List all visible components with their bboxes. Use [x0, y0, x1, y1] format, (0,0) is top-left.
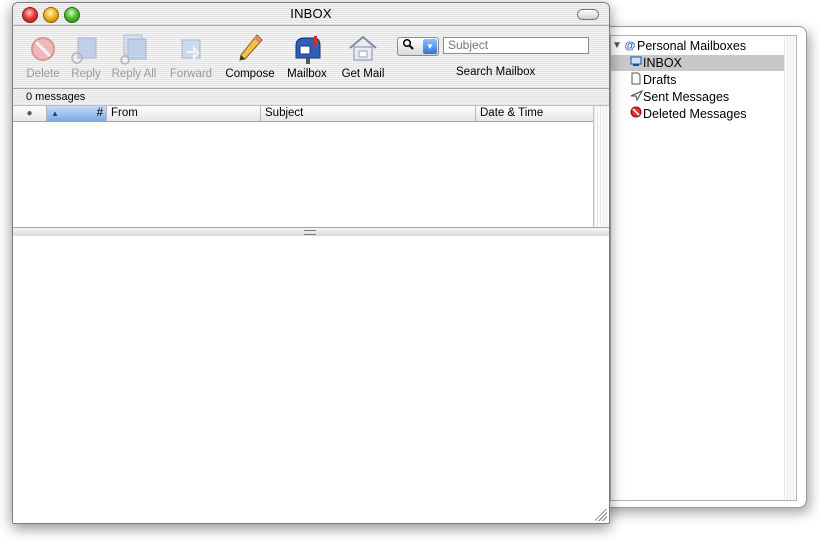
mailbox-item-sent[interactable]: Sent Messages — [611, 89, 785, 105]
column-subject[interactable]: Subject — [261, 106, 476, 121]
forward-icon — [181, 39, 201, 61]
mail-window: INBOX Delete Reply Reply All Forward Com… — [12, 2, 610, 524]
reply-icon — [71, 37, 97, 64]
message-list-scrollbar[interactable] — [593, 106, 609, 227]
window-title: INBOX — [290, 6, 332, 21]
mailbox-item-label: Sent Messages — [643, 90, 730, 104]
toolbar: Delete Reply Reply All Forward Compose M… — [13, 26, 609, 89]
paper-plane-icon — [629, 89, 643, 106]
message-list-header: ● ▲ # From Subject Date & Time — [13, 106, 593, 122]
mailbox-item-label: Deleted Messages — [643, 107, 747, 121]
get-mail-label: Get Mail — [341, 68, 385, 80]
pencil-icon — [239, 34, 263, 61]
mailbox-icon — [295, 36, 321, 64]
message-count: 0 messages — [26, 91, 86, 103]
mailbox-root-personal[interactable]: ▼ @ Personal Mailboxes — [611, 38, 785, 54]
mailbox-root-label: Personal Mailboxes — [637, 39, 747, 53]
no-entry-icon — [629, 106, 643, 123]
search-mailbox-label: Search Mailbox — [456, 66, 536, 78]
mailbox-item-deleted[interactable]: Deleted Messages — [611, 106, 785, 122]
delete-button[interactable]: Delete — [23, 30, 63, 86]
delete-label: Delete — [26, 68, 60, 80]
drawer-scrollbar[interactable] — [784, 35, 797, 501]
house-mail-icon — [349, 35, 377, 61]
inbox-icon — [629, 55, 643, 72]
column-status[interactable]: ● — [13, 106, 47, 121]
mailbox-drawer: ▼ @ Personal Mailboxes INBOX Drafts Sent M… — [600, 26, 807, 508]
disclosure-triangle-icon[interactable]: ▼ — [611, 38, 623, 54]
mailbox-item-label: Drafts — [643, 73, 677, 87]
message-list[interactable] — [13, 122, 593, 226]
get-mail-button[interactable]: Get Mail — [338, 30, 388, 86]
forward-label: Forward — [169, 68, 213, 80]
column-number[interactable]: ▲ # — [47, 106, 107, 121]
sort-ascending-icon: ▲ — [51, 109, 59, 118]
compose-label: Compose — [225, 68, 275, 80]
mailbox-list: ▼ @ Personal Mailboxes INBOX Drafts Sent M… — [610, 35, 786, 501]
message-preview-pane[interactable] — [13, 236, 609, 523]
compose-button[interactable]: Compose — [223, 30, 277, 86]
magnifier-icon — [402, 38, 414, 55]
reply-button[interactable]: Reply — [67, 30, 105, 86]
reply-all-button[interactable]: Reply All — [109, 30, 159, 86]
search-input[interactable] — [443, 37, 589, 54]
forward-button[interactable]: Forward — [167, 30, 215, 86]
status-bar: 0 messages — [13, 89, 609, 106]
at-sign-icon: @ — [624, 40, 636, 52]
column-from[interactable]: From — [107, 106, 261, 121]
mailbox-label: Mailbox — [287, 68, 327, 80]
column-number-label: # — [96, 107, 103, 119]
column-date[interactable]: Date & Time — [476, 106, 593, 121]
delete-icon — [31, 37, 55, 61]
search-scope-popup[interactable]: ▼ — [397, 37, 439, 56]
mailbox-item-label: INBOX — [643, 56, 682, 70]
mailbox-button[interactable]: Mailbox — [284, 30, 330, 86]
toolbar-toggle-button[interactable] — [577, 9, 599, 20]
reply-label: Reply — [71, 68, 101, 80]
title-bar[interactable]: INBOX — [13, 3, 609, 26]
reply-all-label: Reply All — [111, 68, 157, 80]
mailbox-item-drafts[interactable]: Drafts — [611, 72, 785, 88]
mailbox-item-inbox[interactable]: INBOX — [611, 55, 785, 71]
chevron-down-icon[interactable]: ▼ — [423, 39, 437, 54]
resize-grip-icon[interactable] — [595, 509, 607, 521]
document-icon — [629, 72, 643, 90]
splitter-grip-icon — [304, 230, 316, 235]
reply-all-icon — [120, 34, 147, 65]
